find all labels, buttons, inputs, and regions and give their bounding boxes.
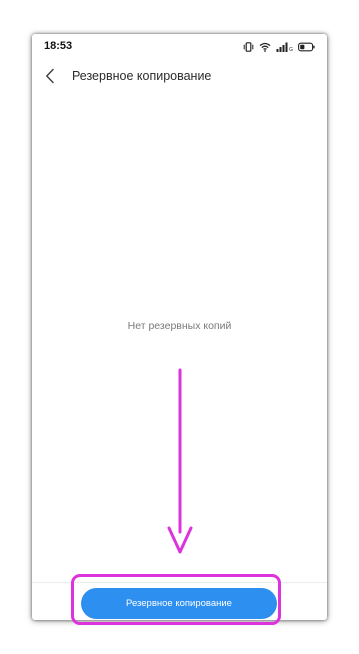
footer-divider: [32, 582, 327, 583]
battery-icon: [298, 42, 315, 52]
chevron-left-icon: [46, 68, 54, 84]
empty-state-message: Нет резервных копий: [127, 320, 232, 332]
status-time: 18:53: [44, 40, 73, 52]
page-title: Резервное копирование: [72, 69, 212, 83]
phone-screen: 18:53 G Резервное копирование Нет резерв…: [32, 34, 327, 620]
back-button[interactable]: [40, 66, 60, 86]
vibrate-icon: [243, 42, 254, 52]
network-type-label: G: [289, 46, 293, 53]
signal-icon: [276, 42, 288, 52]
status-icons: G: [243, 41, 315, 53]
app-header: Резервное копирование: [32, 60, 327, 92]
create-backup-button[interactable]: Резервное копирование: [81, 588, 277, 619]
status-bar: 18:53 G: [32, 34, 327, 60]
wifi-icon: [259, 42, 271, 52]
